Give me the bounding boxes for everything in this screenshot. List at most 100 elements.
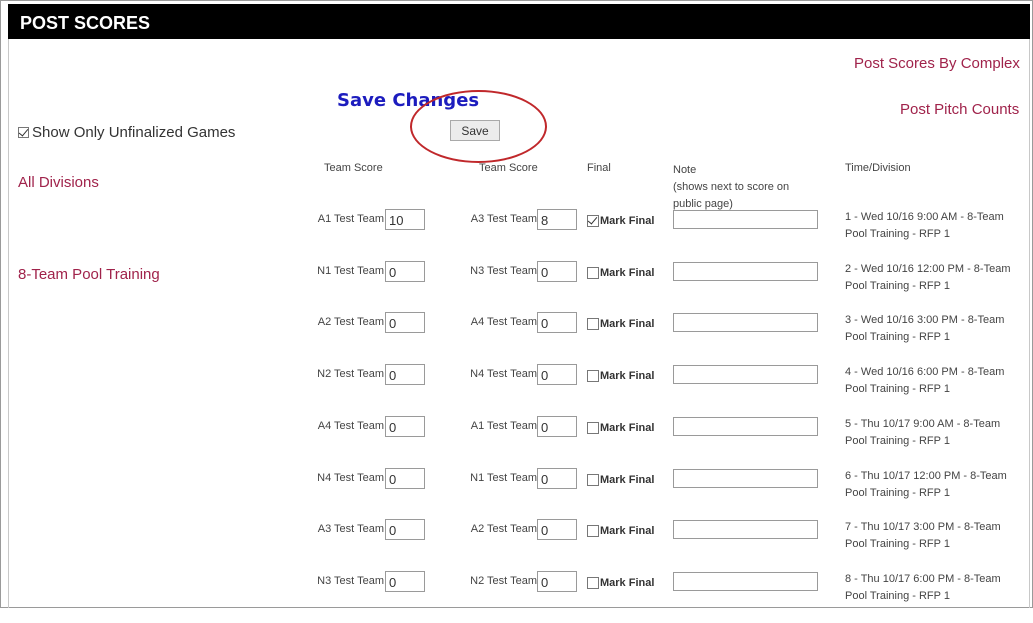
note-input[interactable] xyxy=(673,469,818,488)
save-button[interactable]: Save xyxy=(450,120,500,141)
game-time: 2 - Wed 10/16 12:00 PM - 8-Team xyxy=(845,263,1011,275)
column-header-note: Note (shows next to score on public page… xyxy=(673,162,803,213)
team1-name: A1 Test Team xyxy=(317,213,384,225)
filter-label: Show Only Unfinalized Games xyxy=(32,124,236,141)
mark-final-control[interactable]: Mark Final xyxy=(587,267,654,279)
team2-name: N4 Test Team xyxy=(470,368,537,380)
mark-final-checkbox[interactable] xyxy=(587,577,599,589)
table-row: A4 Test Team 0 A1 Test Team 0 Mark Final 5 - … xyxy=(0,416,1033,468)
mark-final-checkbox[interactable] xyxy=(587,422,599,434)
team2-name: A1 Test Team xyxy=(470,420,537,432)
table-row: N3 Test Team 0 N2 Test Team 0 Mark Final 8 - … xyxy=(0,571,1033,623)
time-division-cell: 2 - Wed 10/16 12:00 PM - 8-Team Pool Trai… xyxy=(845,261,1033,295)
table-row: N4 Test Team 0 N1 Test Team 0 Mark Final 6 - … xyxy=(0,468,1033,520)
team1-score-input[interactable]: 0 xyxy=(385,312,425,333)
post-scores-by-complex-link[interactable]: Post Scores By Complex xyxy=(854,55,1020,72)
game-time: 4 - Wed 10/16 6:00 PM - 8-Team xyxy=(845,366,1005,378)
mark-final-control[interactable]: Mark Final xyxy=(587,370,654,382)
note-input[interactable] xyxy=(673,520,818,539)
note-input[interactable] xyxy=(673,313,818,332)
sidebar-item-all-divisions[interactable]: All Divisions xyxy=(18,174,99,191)
table-row: A2 Test Team 0 A4 Test Team 0 Mark Final 3 - … xyxy=(0,312,1033,364)
game-time: 7 - Thu 10/17 3:00 PM - 8-Team xyxy=(845,521,1001,533)
mark-final-checkbox[interactable] xyxy=(587,370,599,382)
team2-name: N3 Test Team xyxy=(470,265,537,277)
team2-score-input[interactable]: 0 xyxy=(537,312,577,333)
mark-final-label: Mark Final xyxy=(600,215,655,227)
table-row: N1 Test Team 0 N3 Test Team 0 Mark Final 2 - … xyxy=(0,261,1033,313)
show-unfinalized-filter[interactable]: Show Only Unfinalized Games xyxy=(18,124,235,141)
table-row: A1 Test Team 10 A3 Test Team 8 Mark Final 1 -… xyxy=(0,209,1033,261)
team1-name: N4 Test Team xyxy=(317,472,384,484)
game-division: Pool Training - RFP 1 xyxy=(845,383,950,395)
note-input[interactable] xyxy=(673,262,818,281)
note-input[interactable] xyxy=(673,210,818,229)
time-division-cell: 6 - Thu 10/17 12:00 PM - 8-Team Pool Trai… xyxy=(845,468,1033,502)
time-division-cell: 7 - Thu 10/17 3:00 PM - 8-Team Pool Train… xyxy=(845,519,1033,553)
mark-final-label: Mark Final xyxy=(600,318,655,330)
game-division: Pool Training - RFP 1 xyxy=(845,435,950,447)
time-division-cell: 3 - Wed 10/16 3:00 PM - 8-Team Pool Train… xyxy=(845,312,1033,346)
time-division-cell: 8 - Thu 10/17 6:00 PM - 8-Team Pool Train… xyxy=(845,571,1033,605)
column-header-team-score-2: Team Score xyxy=(479,162,538,174)
team2-score-input[interactable]: 0 xyxy=(537,364,577,385)
game-division: Pool Training - RFP 1 xyxy=(845,538,950,550)
team1-score-input[interactable]: 0 xyxy=(385,468,425,489)
game-division: Pool Training - RFP 1 xyxy=(845,280,950,292)
team2-score-input[interactable]: 8 xyxy=(537,209,577,230)
column-header-final: Final xyxy=(587,162,611,174)
game-time: 3 - Wed 10/16 3:00 PM - 8-Team xyxy=(845,314,1005,326)
mark-final-checkbox[interactable] xyxy=(587,525,599,537)
mark-final-control[interactable]: Mark Final xyxy=(587,577,654,589)
team2-score-input[interactable]: 0 xyxy=(537,468,577,489)
note-input[interactable] xyxy=(673,572,818,591)
team1-score-input[interactable]: 0 xyxy=(385,519,425,540)
filter-checkbox[interactable] xyxy=(18,127,29,138)
team1-score-input[interactable]: 0 xyxy=(385,571,425,592)
note-input[interactable] xyxy=(673,365,818,384)
team2-score-input[interactable]: 0 xyxy=(537,416,577,437)
mark-final-label: Mark Final xyxy=(600,474,655,486)
team2-name: N1 Test Team xyxy=(470,472,537,484)
game-division: Pool Training - RFP 1 xyxy=(845,590,950,602)
time-division-cell: 1 - Wed 10/16 9:00 AM - 8-Team Pool Train… xyxy=(845,209,1033,243)
team1-name: A3 Test Team xyxy=(317,523,384,535)
team2-score-input[interactable]: 0 xyxy=(537,261,577,282)
note-header-hint: (shows next to score on public page) xyxy=(673,181,790,210)
team1-name: N2 Test Team xyxy=(317,368,384,380)
post-pitch-counts-link[interactable]: Post Pitch Counts xyxy=(900,101,1019,118)
mark-final-label: Mark Final xyxy=(600,525,655,537)
note-input[interactable] xyxy=(673,417,818,436)
team1-score-input[interactable]: 10 xyxy=(385,209,425,230)
mark-final-label: Mark Final xyxy=(600,267,655,279)
page-title: POST SCORES xyxy=(8,4,1030,39)
mark-final-checkbox[interactable] xyxy=(587,267,599,279)
team1-name: N1 Test Team xyxy=(317,265,384,277)
mark-final-control[interactable]: Mark Final xyxy=(587,474,654,486)
team2-score-input[interactable]: 0 xyxy=(537,571,577,592)
note-header-label: Note xyxy=(673,164,697,176)
team1-score-input[interactable]: 0 xyxy=(385,364,425,385)
team2-score-input[interactable]: 0 xyxy=(537,519,577,540)
mark-final-control[interactable]: Mark Final xyxy=(587,215,654,227)
save-changes-annotation: Save Changes xyxy=(337,90,480,111)
mark-final-checkbox[interactable] xyxy=(587,318,599,330)
team1-score-input[interactable]: 0 xyxy=(385,261,425,282)
time-division-cell: 5 - Thu 10/17 9:00 AM - 8-Team Pool Train… xyxy=(845,416,1033,450)
mark-final-control[interactable]: Mark Final xyxy=(587,525,654,537)
mark-final-control[interactable]: Mark Final xyxy=(587,422,654,434)
column-header-team-score-1: Team Score xyxy=(324,162,383,174)
game-time: 6 - Thu 10/17 12:00 PM - 8-Team xyxy=(845,470,1007,482)
team2-name: N2 Test Team xyxy=(470,575,537,587)
team1-score-input[interactable]: 0 xyxy=(385,416,425,437)
table-row: N2 Test Team 0 N4 Test Team 0 Mark Final 4 - … xyxy=(0,364,1033,416)
mark-final-checkbox[interactable] xyxy=(587,474,599,486)
game-division: Pool Training - RFP 1 xyxy=(845,487,950,499)
team1-name: A4 Test Team xyxy=(317,420,384,432)
mark-final-control[interactable]: Mark Final xyxy=(587,318,654,330)
team2-name: A4 Test Team xyxy=(470,316,537,328)
team2-name: A3 Test Team xyxy=(470,213,537,225)
game-division: Pool Training - RFP 1 xyxy=(845,228,950,240)
game-time: 5 - Thu 10/17 9:00 AM - 8-Team xyxy=(845,418,1001,430)
mark-final-checkbox[interactable] xyxy=(587,215,599,227)
